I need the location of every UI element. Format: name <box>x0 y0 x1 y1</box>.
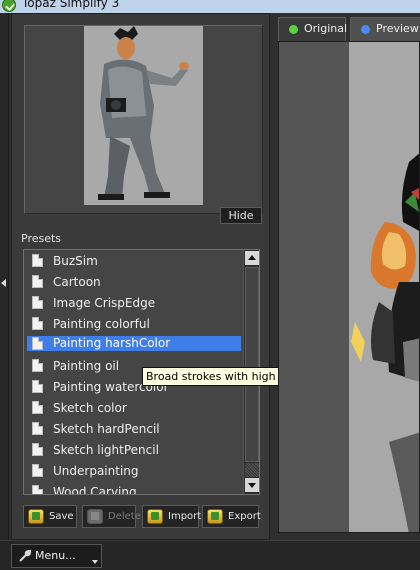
delete-preset-button: Delete <box>82 505 141 528</box>
preset-item-painting-harshcolor[interactable]: Painting harshColor <box>27 336 241 351</box>
export-icon <box>207 509 223 524</box>
preset-file-icon <box>32 443 43 456</box>
hide-navigator-button[interactable]: Hide <box>220 207 262 224</box>
collapse-arrow-icon[interactable] <box>1 279 6 287</box>
scroll-up-arrow-icon[interactable] <box>245 251 259 265</box>
preset-file-icon <box>32 380 43 393</box>
menu-label: Menu... <box>35 549 76 562</box>
app-window: Topaz Simplify 3 Hide Presets BuzSim Car… <box>0 0 420 570</box>
preset-file-icon <box>32 464 43 477</box>
navigator-thumbnail[interactable] <box>84 26 203 205</box>
bottom-bar: Menu... <box>0 540 420 570</box>
preset-file-icon <box>32 422 43 435</box>
scroll-thumb[interactable] <box>245 267 259 462</box>
tab-label: Preview <box>376 22 419 35</box>
preview-image <box>349 42 419 532</box>
save-icon <box>28 509 44 524</box>
tab-label: Original <box>304 22 348 35</box>
view-tabs: Original Preview <box>276 13 420 41</box>
import-icon <box>147 509 163 524</box>
wrench-icon <box>19 549 32 562</box>
preset-file-icon <box>32 359 43 372</box>
scroll-track[interactable] <box>245 463 259 477</box>
left-panel: Hide Presets BuzSim Cartoon Image CrispE… <box>11 13 270 540</box>
window-title: Topaz Simplify 3 <box>22 0 120 10</box>
navigator-frame <box>24 25 263 214</box>
preset-item-sketch-color[interactable]: Sketch color <box>27 399 241 417</box>
preset-item-sketch-lightpencil[interactable]: Sketch lightPencil <box>27 441 241 459</box>
save-preset-button[interactable]: Save <box>23 505 77 528</box>
preset-item-sketch-hardpencil[interactable]: Sketch hardPencil <box>27 420 241 438</box>
import-preset-button[interactable]: Import <box>142 505 201 528</box>
presets-heading: Presets <box>21 232 62 245</box>
thumbnail-image <box>84 26 203 205</box>
preset-label: Painting harshColor <box>53 336 171 350</box>
preset-item-wood-carving[interactable]: Wood Carving <box>27 483 241 495</box>
preset-file-icon <box>32 485 43 494</box>
tab-original[interactable]: Original <box>278 17 348 41</box>
preset-item-buzsim[interactable]: BuzSim <box>27 252 241 270</box>
export-preset-button[interactable]: Export <box>202 505 261 528</box>
preset-label: Sketch lightPencil <box>53 443 159 457</box>
preset-label: Cartoon <box>53 275 101 289</box>
preset-label: Underpainting <box>53 464 139 478</box>
menu-caret-icon <box>92 560 98 564</box>
tab-preview[interactable]: Preview <box>350 17 420 41</box>
scroll-down-arrow-icon[interactable] <box>245 478 259 492</box>
preset-file-icon <box>32 401 43 414</box>
app-logo-icon <box>2 0 16 12</box>
delete-icon <box>87 509 103 524</box>
preview-canvas[interactable] <box>278 41 420 533</box>
title-bar: Topaz Simplify 3 <box>0 0 420 13</box>
preset-file-icon <box>32 337 43 350</box>
preset-file-icon <box>32 275 43 288</box>
panel-collapse-strip[interactable] <box>0 13 9 540</box>
preset-label: Painting colorful <box>53 317 150 331</box>
preset-label: BuzSim <box>53 254 98 268</box>
preset-item-image-crispedge[interactable]: Image CrispEdge <box>27 294 241 312</box>
preset-item-painting-colorful[interactable]: Painting colorful <box>27 315 241 333</box>
preset-label: Sketch hardPencil <box>53 422 160 436</box>
preset-file-icon <box>32 317 43 330</box>
preset-label: Wood Carving <box>53 485 137 495</box>
menu-button[interactable]: Menu... <box>11 544 102 568</box>
preset-item-cartoon[interactable]: Cartoon <box>27 273 241 291</box>
preset-item-underpainting[interactable]: Underpainting <box>27 462 241 480</box>
preset-file-icon <box>32 296 43 309</box>
preset-label: Sketch color <box>53 401 127 415</box>
preview-dot-icon <box>361 25 370 34</box>
original-dot-icon <box>289 25 298 34</box>
preset-label: Image CrispEdge <box>53 296 156 310</box>
preset-label: Painting oil <box>53 359 120 373</box>
preview-image-art <box>349 42 419 532</box>
preset-file-icon <box>32 254 43 267</box>
